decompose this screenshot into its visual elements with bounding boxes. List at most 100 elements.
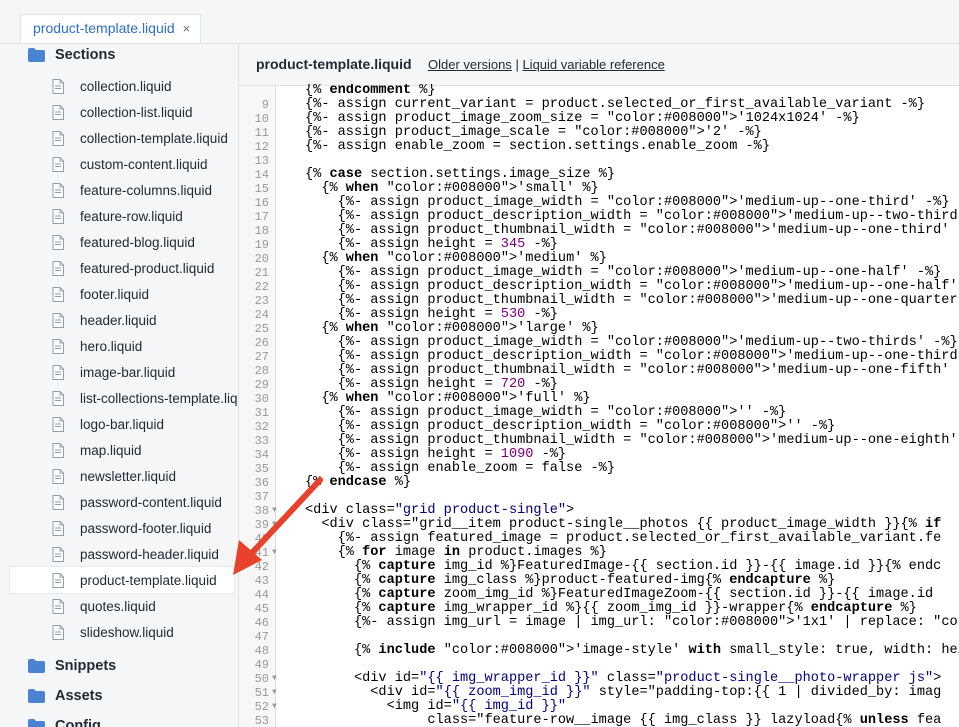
file-icon — [52, 312, 80, 328]
code-text: {%- assign product_image_width = "color:… — [305, 335, 958, 350]
tab-product-template[interactable]: product-template.liquid × — [20, 14, 202, 43]
sidebar-item-custom-content[interactable]: custom-content.liquid — [52, 153, 238, 175]
code-text: {%- assign product_description_width = "… — [305, 279, 958, 294]
sidebar-item-header[interactable]: header.liquid — [52, 309, 238, 331]
fold-arrow-icon[interactable]: ▼ — [272, 546, 277, 560]
sidebar-item-collection[interactable]: collection.liquid — [52, 75, 238, 97]
code-text: {% capture img_wrapper_id %}{{ zoom_img_… — [305, 601, 917, 616]
sidebar-item-collection-list[interactable]: collection-list.liquid — [52, 101, 238, 123]
code-text: {% include "color:#008000">'image-style'… — [305, 643, 959, 658]
sidebar-item-label: password-content.liquid — [80, 494, 222, 510]
sidebar-item-label: logo-bar.liquid — [80, 416, 165, 432]
sidebar-item-password-header[interactable]: password-header.liquid — [52, 543, 238, 565]
line-number: 39 — [254, 518, 269, 532]
line-number: 30 — [254, 392, 269, 406]
folder-label: Assets — [55, 688, 103, 704]
folder-icon — [28, 719, 55, 727]
sidebar-item-product-template[interactable]: product-template.liquid — [10, 567, 234, 593]
liquid-variable-reference-link[interactable]: Liquid variable reference — [522, 57, 664, 72]
sidebar-item-collection-template[interactable]: collection-template.liquid — [52, 127, 238, 149]
sidebar-item-label: image-bar.liquid — [80, 364, 176, 380]
code-text: {% when "color:#008000">'full' %} — [305, 391, 591, 406]
sidebar-item-label: hero.liquid — [80, 338, 143, 354]
code-text: {% endcomment %} — [305, 84, 436, 98]
file-icon — [52, 520, 80, 536]
code-text: {%- assign product_thumbnail_width = "co… — [305, 433, 958, 448]
folder-icon — [28, 48, 55, 62]
sidebar-item-quotes[interactable]: quotes.liquid — [52, 595, 238, 617]
code-text: {% for image in product.images %} — [305, 545, 607, 560]
sidebar-item-logo-bar[interactable]: logo-bar.liquid — [52, 413, 238, 435]
fold-arrow-icon[interactable]: ▼ — [272, 504, 277, 518]
file-icon — [52, 208, 80, 224]
file-icon — [52, 338, 80, 354]
code-text: {%- assign height = 345 -%} — [305, 237, 558, 252]
folder-snippets[interactable]: Snippets — [28, 656, 116, 676]
sidebar-item-slideshow[interactable]: slideshow.liquid — [52, 621, 238, 643]
file-icon — [52, 364, 80, 380]
sidebar-item-label: featured-product.liquid — [80, 260, 215, 276]
sidebar-item-password-content[interactable]: password-content.liquid — [52, 491, 238, 513]
line-number: 19 — [254, 238, 269, 252]
code-area[interactable]: {% endcomment %} 9 {%- assign current_vari… — [239, 84, 959, 727]
folder-icon — [28, 659, 55, 673]
sidebar-item-list-collections-template[interactable]: list-collections-template.liquid — [52, 387, 238, 409]
sidebar-item-image-bar[interactable]: image-bar.liquid — [52, 361, 238, 383]
folder-label: Sections — [55, 47, 116, 63]
code-text: {% endcase %} — [305, 475, 412, 490]
line-number: 36 — [254, 476, 269, 490]
older-versions-link[interactable]: Older versions — [428, 57, 512, 72]
folder-label: Config — [55, 718, 101, 727]
code-editor: product-template.liquid Older versions |… — [239, 44, 959, 727]
sidebar-item-feature-row[interactable]: feature-row.liquid — [52, 205, 238, 227]
sidebar-item-footer[interactable]: footer.liquid — [52, 283, 238, 305]
line-number: 48 — [254, 644, 269, 658]
code-text: <div id="{{ img_wrapper_id }}" class="pr… — [305, 671, 942, 686]
sidebar-item-label: collection-template.liquid — [80, 130, 228, 146]
line-number: 53 — [254, 714, 269, 727]
close-icon[interactable]: × — [183, 21, 191, 36]
sidebar-item-hero[interactable]: hero.liquid — [52, 335, 238, 357]
sidebar-item-label: product-template.liquid — [80, 572, 217, 588]
folder-sections[interactable]: Sections — [28, 45, 115, 65]
fold-arrow-icon[interactable]: ▼ — [272, 700, 277, 714]
folder-label: Snippets — [55, 658, 117, 674]
line-number: 18 — [254, 224, 269, 238]
line-number: 43 — [254, 574, 269, 588]
line-number: 25 — [254, 322, 269, 336]
line-number: 20 — [254, 252, 269, 266]
sidebar-item-newsletter[interactable]: newsletter.liquid — [52, 465, 238, 487]
sidebar-item-label: map.liquid — [80, 442, 142, 458]
code-text: {%- assign height = 1090 -%} — [305, 447, 567, 462]
code-text: {%- assign product_description_width = "… — [305, 209, 959, 224]
sidebar-item-label: newsletter.liquid — [80, 468, 177, 484]
file-icon — [52, 130, 80, 146]
sidebar-item-feature-columns[interactable]: feature-columns.liquid — [52, 179, 238, 201]
line-number: 12 — [254, 140, 269, 154]
fold-arrow-icon[interactable]: ▼ — [272, 686, 277, 700]
fold-arrow-icon[interactable]: ▼ — [272, 672, 277, 686]
sidebar-item-password-footer[interactable]: password-footer.liquid — [52, 517, 238, 539]
code-text: <div class="grid__item product-single__p… — [305, 517, 942, 532]
code-text: {%- assign product_thumbnail_width = "co… — [305, 363, 959, 378]
sidebar-item-featured-blog[interactable]: featured-blog.liquid — [52, 231, 238, 253]
sidebar-item-map[interactable]: map.liquid — [52, 439, 238, 461]
fold-arrow-icon[interactable]: ▼ — [272, 518, 277, 532]
folder-assets[interactable]: Assets — [28, 686, 103, 706]
code-text: {%- assign img_url = image | img_url: "c… — [305, 615, 959, 630]
sidebar-item-featured-product[interactable]: featured-product.liquid — [52, 257, 238, 279]
code-text: {%- assign enable_zoom = false -%} — [305, 461, 615, 476]
folder-config[interactable]: Config — [28, 716, 101, 727]
code-text: {% capture zoom_img_id %}FeaturedImageZo… — [305, 587, 934, 602]
file-icon — [52, 390, 80, 406]
file-icon — [52, 442, 80, 458]
line-number: 35 — [254, 462, 269, 476]
code-text: {%- assign product_thumbnail_width = "co… — [305, 223, 959, 238]
code-text: {%- assign product_image_width = "color:… — [305, 195, 950, 210]
file-icon — [52, 260, 80, 276]
sidebar-item-label: collection-list.liquid — [80, 104, 193, 120]
folder-icon — [28, 689, 55, 703]
file-icon — [52, 546, 80, 562]
code-text: {%- assign product_image_width = "color:… — [305, 405, 787, 420]
code-text: {% when "color:#008000">'medium' %} — [305, 251, 607, 266]
